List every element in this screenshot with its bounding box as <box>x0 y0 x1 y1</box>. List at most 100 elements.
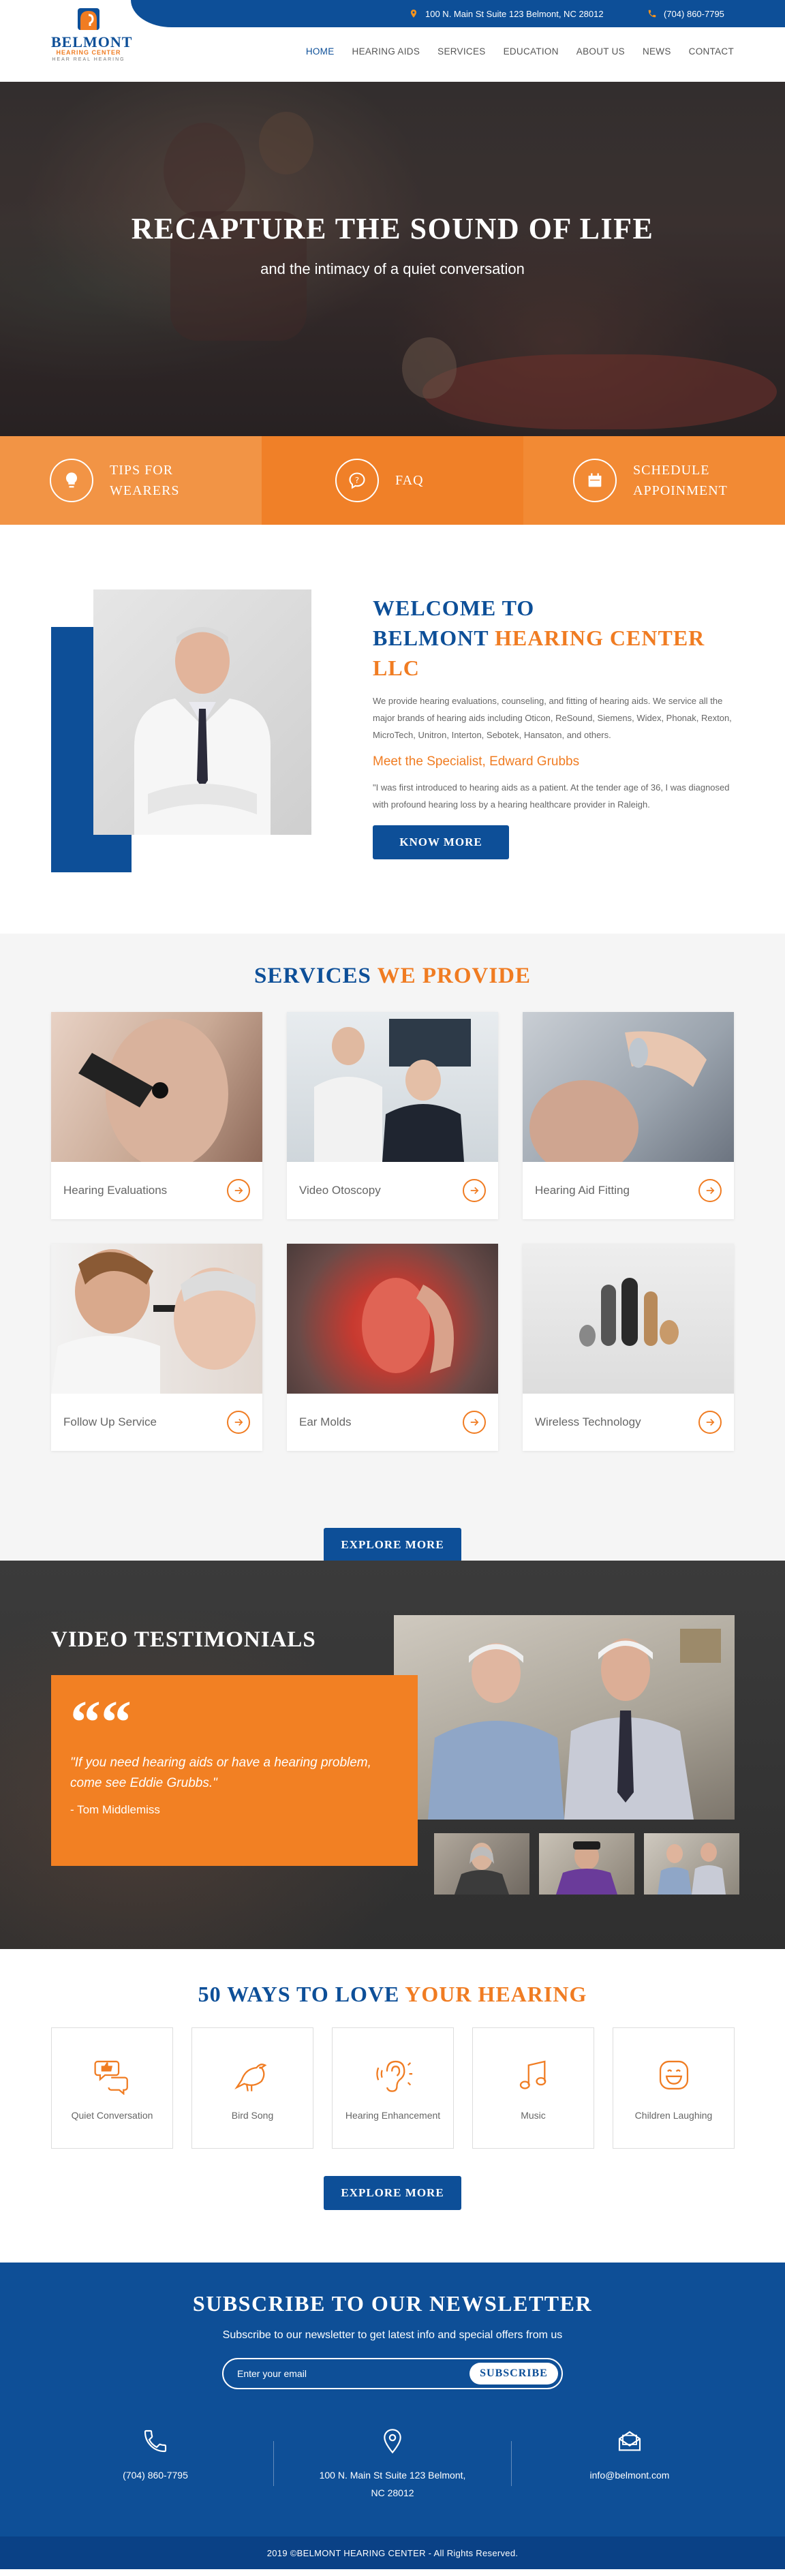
ways-list: Quiet Conversation Bird Song Hearing Enh… <box>51 2027 735 2149</box>
feature-schedule-label: SCHEDULE APPOINMENT <box>633 463 728 498</box>
specialist-photo <box>93 589 311 835</box>
nav-hearing-aids[interactable]: HEARING AIDS <box>352 46 420 57</box>
copyright-text: 2019 ©BELMONT HEARING CENTER - All Right… <box>266 2547 519 2558</box>
welcome-title-line1: WELCOME TO <box>373 596 535 620</box>
music-note-icon <box>519 2060 546 2089</box>
ear-icon <box>375 2060 412 2092</box>
welcome-content: WELCOME TO BELMONT HEARING CENTER LLC We… <box>373 593 734 859</box>
hero-subtitle: and the intimacy of a quiet conversation <box>260 260 525 277</box>
newsletter-form: SUBSCRIBE <box>222 2358 563 2389</box>
nav-about-us[interactable]: ABOUT US <box>576 46 625 57</box>
service-label: Wireless Technology <box>535 1415 641 1428</box>
logo-mark <box>74 5 104 33</box>
way-label: Quiet Conversation <box>71 2110 153 2121</box>
header: BELMONT HEARING CENTER HEAR REAL HEARING… <box>0 8 785 82</box>
service-card[interactable]: Ear Molds <box>287 1244 498 1451</box>
testimonial-quote-box: ““ "If you need hearing aids or have a h… <box>51 1675 418 1866</box>
top-bar-phone[interactable]: (704) 860-7795 <box>647 0 724 27</box>
arrow-right-icon[interactable] <box>698 1411 722 1434</box>
service-image-follow-up <box>51 1244 262 1394</box>
service-card[interactable]: Wireless Technology <box>523 1244 734 1451</box>
location-pin-icon <box>384 2429 401 2454</box>
arrow-right-icon[interactable] <box>463 1411 486 1434</box>
newsletter-section: SUBSCRIBE TO OUR NEWSLETTER Subscribe to… <box>0 2263 785 2536</box>
nav-services[interactable]: SERVICES <box>437 46 485 57</box>
service-card[interactable]: Hearing Aid Fitting <box>523 1012 734 1219</box>
arrow-right-icon[interactable] <box>698 1179 722 1202</box>
service-card[interactable]: Video Otoscopy <box>287 1012 498 1219</box>
video-thumbnail[interactable] <box>434 1833 529 1895</box>
welcome-section: WELCOME TO BELMONT HEARING CENTER LLC We… <box>0 525 785 934</box>
service-image-wireless-technology <box>523 1244 734 1394</box>
feature-tips[interactable]: TIPS FOR WEARERS <box>0 436 262 525</box>
footer-phone-text: (704) 860-7795 <box>123 2470 188 2481</box>
know-more-button[interactable]: KNOW MORE <box>373 825 509 859</box>
nav-contact[interactable]: CONTACT <box>689 46 734 57</box>
footer-email-text: info@belmont.com <box>589 2470 670 2481</box>
footer-email[interactable]: info@belmont.com <box>507 2427 752 2484</box>
nav-news[interactable]: NEWS <box>643 46 671 57</box>
feature-faq-label: FAQ <box>395 473 424 488</box>
service-label: Video Otoscopy <box>299 1184 381 1197</box>
location-pin-icon <box>410 10 417 18</box>
way-item[interactable]: Children Laughing <box>613 2027 735 2149</box>
thumbs-up-chat-icon <box>93 2060 128 2095</box>
arrow-right-icon[interactable] <box>227 1411 250 1434</box>
quote-mark-icon: ““ <box>70 1689 132 1756</box>
testimonials-title: VIDEO TESTIMONIALS <box>51 1627 316 1652</box>
welcome-body: We provide hearing evaluations, counseli… <box>373 696 732 740</box>
way-item[interactable]: Hearing Enhancement <box>332 2027 454 2149</box>
footer-address-text: 100 N. Main St Suite 123 Belmont, NC 280… <box>270 2466 515 2502</box>
way-item[interactable]: Quiet Conversation <box>51 2027 173 2149</box>
service-label: Follow Up Service <box>63 1415 157 1428</box>
way-label: Hearing Enhancement <box>345 2110 441 2121</box>
way-label: Music <box>521 2110 546 2121</box>
top-bar-phone-text: (704) 860-7795 <box>664 8 724 19</box>
logo-sub: HEARING CENTER <box>56 49 121 56</box>
newsletter-title: SUBSCRIBE TO OUR NEWSLETTER <box>192 2291 593 2316</box>
phone-icon <box>144 2429 167 2453</box>
footer-phone[interactable]: (704) 860-7795 <box>33 2427 278 2484</box>
newsletter-subtitle: Subscribe to our newsletter to get lates… <box>222 2329 563 2341</box>
hero-banner: RECAPTURE THE SOUND OF LIFE and the inti… <box>0 82 785 436</box>
testimonial-author: - Tom Middlemiss <box>70 1803 160 1816</box>
service-label: Hearing Evaluations <box>63 1184 168 1197</box>
service-image-hearing-aid-fitting <box>523 1012 734 1162</box>
services-explore-button[interactable]: EXPLORE MORE <box>324 1528 461 1562</box>
bird-icon <box>234 2064 266 2091</box>
video-thumbnail[interactable] <box>644 1833 739 1895</box>
meet-specialist-link[interactable]: Meet the Specialist, Edward Grubbs <box>373 754 734 769</box>
specialist-quote: "I was first introduced to hearing aids … <box>373 782 730 810</box>
way-item[interactable]: Music <box>472 2027 594 2149</box>
way-item[interactable]: Bird Song <box>191 2027 313 2149</box>
nav-education[interactable]: EDUCATION <box>504 46 559 57</box>
hero-title: RECAPTURE THE SOUND OF LIFE <box>131 212 654 245</box>
svg-text:?: ? <box>355 476 359 485</box>
question-chat-icon: ? <box>335 459 379 502</box>
way-label: Bird Song <box>231 2110 274 2121</box>
feature-tips-label: TIPS FOR WEARERS <box>110 463 180 498</box>
service-card[interactable]: Hearing Evaluations <box>51 1012 262 1219</box>
feature-faq[interactable]: ? FAQ <box>262 436 523 525</box>
logo-tagline: HEAR REAL HEARING <box>52 57 125 62</box>
testimonial-quote: "If you need hearing aids or have a hear… <box>70 1755 371 1790</box>
testimonial-video-player[interactable] <box>394 1615 735 1820</box>
newsletter-email-input[interactable] <box>237 2366 455 2381</box>
service-card[interactable]: Follow Up Service <box>51 1244 262 1451</box>
ways-title-blue: 50 WAYS TO LOVE <box>198 1982 405 2006</box>
main-nav: HOME HEARING AIDS SERVICES EDUCATION ABOUT U… <box>306 46 734 57</box>
video-thumbnail[interactable] <box>539 1833 634 1895</box>
feature-schedule[interactable]: SCHEDULE APPOINMENT <box>523 436 785 525</box>
service-label: Hearing Aid Fitting <box>535 1184 630 1197</box>
subscribe-button[interactable]: SUBSCRIBE <box>470 2363 558 2385</box>
ways-explore-button[interactable]: EXPLORE MORE <box>324 2176 461 2210</box>
service-image-ear-molds <box>287 1244 498 1394</box>
logo[interactable]: BELMONT HEARING CENTER HEAR REAL HEARING <box>51 5 132 63</box>
arrow-right-icon[interactable] <box>463 1179 486 1202</box>
footer-address-line1: 100 N. Main St Suite 123 Belmont, <box>319 2470 466 2481</box>
footer-address[interactable]: 100 N. Main St Suite 123 Belmont, NC 280… <box>270 2427 515 2502</box>
nav-home[interactable]: HOME <box>306 46 335 57</box>
service-label: Ear Molds <box>299 1415 352 1428</box>
top-bar-address[interactable]: 100 N. Main St Suite 123 Belmont, NC 280… <box>409 0 604 27</box>
arrow-right-icon[interactable] <box>227 1179 250 1202</box>
